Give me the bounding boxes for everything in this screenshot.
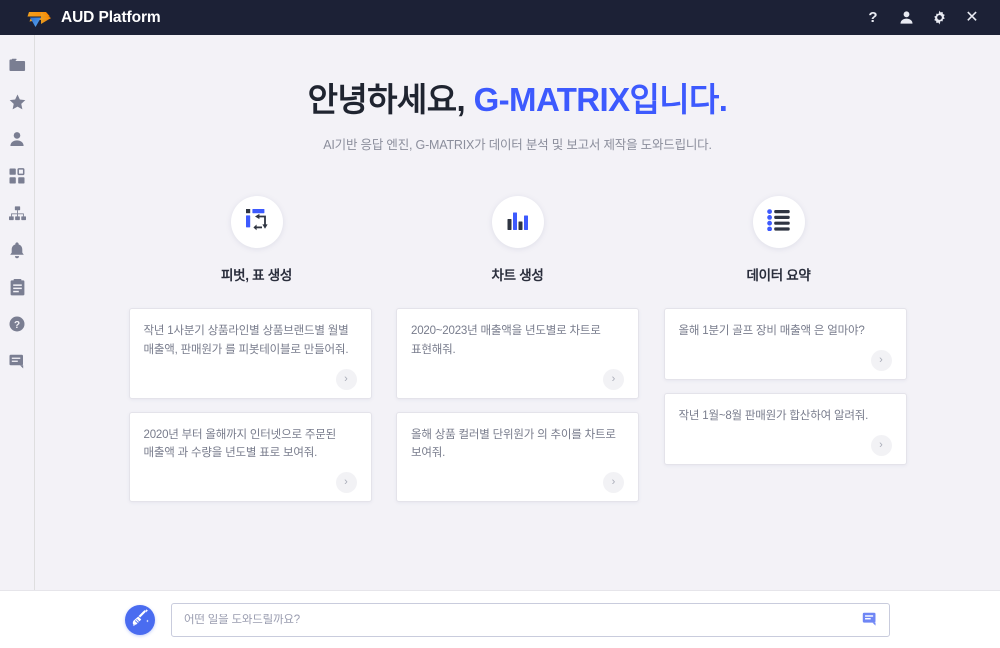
clear-chat-button[interactable] [125,604,155,635]
magic-broom-icon [131,608,150,632]
suggestion-text: 작년 1사분기 상품라인별 상품브랜드별 월별 매출액, 판매원가 를 피봇테이… [143,325,349,356]
feature-summary[interactable]: 데이터 요약 [651,196,907,284]
user-icon[interactable] [898,10,914,26]
bell-icon [9,241,25,259]
chevron-right-icon[interactable]: › [603,368,624,390]
body-wrapper: ? 안녕하세요, G-MATRIX입니다. AI기반 응답 엔진, G-MATR… [0,35,1000,590]
feature-pivot-table[interactable]: 피벗, 표 생성 [129,196,385,284]
feature-bubble [752,196,805,249]
chevron-right-icon[interactable]: › [335,471,357,493]
feature-label: 데이터 요약 [746,268,811,284]
prompt-input-shell[interactable] [171,602,890,637]
sidebar-item-dashboard[interactable] [0,158,35,194]
suggestion-column-1: 작년 1사분기 상품라인별 상품브랜드별 월별 매출액, 판매원가 를 피봇테이… [128,308,372,502]
feature-label: 차트 생성 [491,268,544,284]
sidebar-item-reports[interactable] [0,269,35,305]
feature-label: 피벗, 표 생성 [221,268,292,284]
title-bar: AUD Platform ? ✕ [0,0,1000,35]
folder-icon [8,58,26,73]
suggestion-text: 올해 상품 컬러별 단위원가 의 추이를 차트로 보여줘. [411,428,616,460]
chevron-right-icon[interactable]: › [870,349,892,371]
app-title: AUD Platform [61,8,161,26]
sidebar-item-organization[interactable] [0,195,35,231]
left-sidebar: ? [0,35,35,590]
sidebar-item-chat[interactable] [0,343,35,379]
feature-chart[interactable]: 차트 생성 [390,196,646,284]
suggestion-card[interactable]: 올해 상품 컬러별 단위원가 의 추이를 차트로 보여줘. › [396,411,639,502]
feature-bubble [491,196,544,249]
hero-section: 안녕하세요, G-MATRIX입니다. AI기반 응답 엔진, G-MATRIX… [308,79,728,153]
suggestion-card[interactable]: 2020년 부터 올해까지 인터넷으로 주문된 매출액 과 수량을 년도별 표로… [128,411,372,502]
question-circle-icon: ? [9,316,25,332]
clipboard-icon [10,278,25,296]
chat-icon [9,354,25,369]
hero-subtitle: AI기반 응답 엔진, G-MATRIX가 데이터 분석 및 보고서 제작을 도… [323,138,712,153]
main-stage: 안녕하세요, G-MATRIX입니다. AI기반 응답 엔진, G-MATRIX… [35,35,1000,590]
suggestion-text: 2020년 부터 올해까지 인터넷으로 주문된 매출액 과 수량을 년도별 표로… [143,428,337,460]
sitemap-icon [8,205,26,221]
list-summary-icon [766,208,791,236]
suggestion-text: 2020~2023년 매출액을 년도별로 차트로 표현해줘. [411,325,601,356]
feature-bubble [230,196,283,249]
gear-icon[interactable] [931,10,947,26]
sidebar-item-folder[interactable] [0,47,35,83]
bar-chart-icon [506,208,530,237]
suggestion-text: 올해 1분기 골프 장비 매출액 은 얼마야? [678,325,865,338]
close-icon[interactable]: ✕ [964,9,980,26]
app-window: AUD Platform ? ✕ ? 안녕하세요, G-MATRIX입니다. A… [0,0,1000,648]
app-brand: AUD Platform [0,7,161,29]
sidebar-item-favorites[interactable] [0,84,35,120]
chevron-right-icon[interactable]: › [335,368,357,390]
composer-bar [0,590,1000,648]
sidebar-item-notifications[interactable] [0,232,35,268]
suggestion-card[interactable]: 2020~2023년 매출액을 년도별로 차트로 표현해줘. › [396,308,639,399]
svg-text:?: ? [14,320,20,331]
suggestion-column-2: 2020~2023년 매출액을 년도별로 차트로 표현해줘. › 올해 상품 컬… [396,308,639,502]
grid-icon [9,168,25,184]
sidebar-item-user[interactable] [0,121,35,157]
question-mark-icon[interactable]: ? [865,10,881,26]
sidebar-item-help[interactable]: ? [0,306,35,342]
chevron-right-icon[interactable]: › [870,434,892,456]
suggestion-card[interactable]: 작년 1사분기 상품라인별 상품브랜드별 월별 매출액, 판매원가 를 피봇테이… [128,308,372,399]
feature-row: 피벗, 표 생성 차트 생성 데이터 요약 [123,196,913,284]
hero-brand: G-MATRIX입니다. [473,81,728,118]
hero-greeting: 안녕하세요, [307,81,474,118]
chevron-right-icon[interactable]: › [603,471,624,493]
person-icon [9,131,25,147]
send-message-icon[interactable] [862,612,879,628]
prompt-input[interactable] [184,613,862,626]
suggestion-card[interactable]: 올해 1분기 골프 장비 매출액 은 얼마야? › [663,308,907,380]
pivot-table-icon [244,207,270,238]
page-title: 안녕하세요, G-MATRIX입니다. [308,79,728,120]
suggestion-columns: 작년 1사분기 상품라인별 상품브랜드별 월별 매출액, 판매원가 를 피봇테이… [123,308,913,502]
arrow-logo-icon [26,7,52,29]
suggestion-card[interactable]: 작년 1월~8월 판매원가 합산하여 알려줘. › [663,392,907,465]
suggestion-text: 작년 1월~8월 판매원가 합산하여 알려줘. [678,409,869,422]
suggestion-column-3: 올해 1분기 골프 장비 매출액 은 얼마야? › 작년 1월~8월 판매원가 … [663,308,907,465]
star-icon [9,94,26,110]
window-controls: ? ✕ [865,9,990,26]
